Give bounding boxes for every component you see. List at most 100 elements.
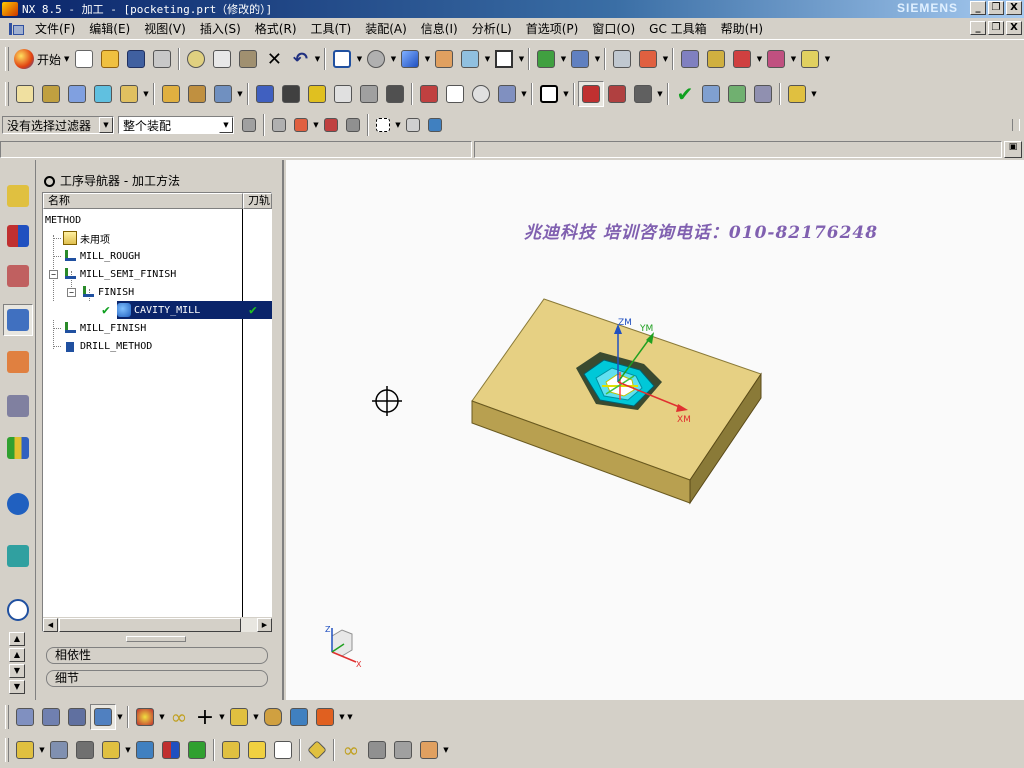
scroll-thumb[interactable]: [59, 618, 241, 632]
toolbar-grip[interactable]: [1012, 119, 1020, 131]
show-hide-button[interactable]: [304, 737, 330, 763]
tree-row-mill-finish[interactable]: MILL_FINISH: [43, 319, 272, 337]
chevron-down-icon[interactable]: ▼: [219, 117, 233, 133]
collapse-toggle[interactable]: −: [49, 269, 58, 279]
sim-dropdown[interactable]: ▼: [656, 81, 664, 107]
snap-point-button[interactable]: [268, 112, 290, 138]
selection-filter-combo[interactable]: 没有选择过滤器 ▼: [2, 116, 114, 134]
pick-point-button[interactable]: [320, 112, 342, 138]
reuse-library-tab[interactable]: [3, 390, 33, 422]
point-snap-dropdown[interactable]: ▼: [312, 112, 320, 138]
start-button[interactable]: 开始 ▼: [12, 46, 71, 72]
select-all-button[interactable]: [402, 112, 424, 138]
menu-assembly[interactable]: 装配(A): [358, 20, 414, 37]
paste-button[interactable]: [235, 46, 261, 72]
toolbar-grip[interactable]: [5, 738, 9, 762]
create-geometry-button[interactable]: [64, 81, 90, 107]
operation-navigator-tab[interactable]: [3, 304, 33, 336]
datum-plane-button[interactable]: [226, 704, 252, 730]
pin-icon[interactable]: [42, 175, 55, 187]
cut-button[interactable]: [183, 46, 209, 72]
point-button[interactable]: [729, 46, 755, 72]
nx-app-icon[interactable]: [2, 2, 18, 16]
point-dropdown[interactable]: ▼: [755, 46, 763, 72]
components-button[interactable]: [244, 737, 270, 763]
boolean-dropdown[interactable]: ▼: [442, 737, 450, 763]
orient-dropdown[interactable]: ▼: [483, 46, 491, 72]
postprocess-button[interactable]: [356, 81, 382, 107]
view-dropdown[interactable]: ▼: [236, 81, 244, 107]
resource-scroll-step-up[interactable]: ▲: [9, 648, 25, 662]
flag-dropdown[interactable]: ▼: [810, 81, 818, 107]
offset-button[interactable]: [132, 737, 158, 763]
generate-toolpath-button[interactable]: [252, 81, 278, 107]
scroll-right-button[interactable]: ▶: [257, 618, 272, 632]
undo-dropdown[interactable]: ▼: [313, 46, 321, 72]
trim-button[interactable]: [184, 737, 210, 763]
measure-button[interactable]: [703, 46, 729, 72]
move-object-button[interactable]: [635, 46, 661, 72]
part-navigator-tab[interactable]: [3, 260, 33, 292]
menu-information[interactable]: 信息(I): [414, 20, 465, 37]
feed-speed-button[interactable]: [416, 81, 442, 107]
program-group-button[interactable]: [12, 704, 38, 730]
machine-group-button[interactable]: [38, 704, 64, 730]
tree-horizontal-scrollbar[interactable]: ◀ ▶: [43, 617, 272, 632]
assembly-button[interactable]: [218, 737, 244, 763]
link-button[interactable]: ∞: [166, 704, 192, 730]
panel-splitter[interactable]: [126, 636, 186, 642]
undo-button[interactable]: ↶: [287, 46, 313, 72]
menu-preferences[interactable]: 首选项(P): [519, 20, 586, 37]
resource-scroll-up[interactable]: ▲: [9, 632, 25, 646]
roles-tab[interactable]: [3, 432, 33, 464]
create-method-button[interactable]: [90, 81, 116, 107]
wcs-button[interactable]: [533, 46, 559, 72]
geometry-view-button[interactable]: [210, 81, 236, 107]
feature-button[interactable]: [12, 737, 38, 763]
boolean-button[interactable]: [416, 737, 442, 763]
snap-dropdown[interactable]: ▼: [593, 46, 601, 72]
close-button[interactable]: X: [1006, 1, 1022, 15]
ruler-button[interactable]: [797, 46, 823, 72]
clock-tab[interactable]: [3, 594, 33, 626]
open-button[interactable]: [97, 46, 123, 72]
create-tool-button[interactable]: [38, 81, 64, 107]
link-geometry-button[interactable]: ∞: [338, 737, 364, 763]
document-dropdown[interactable]: ▼: [520, 81, 528, 107]
scroll-left-button[interactable]: ◀: [43, 618, 58, 632]
copy-button[interactable]: [209, 46, 235, 72]
template-button[interactable]: [750, 81, 776, 107]
menu-help[interactable]: 帮助(H): [714, 20, 770, 37]
doc-restore-button[interactable]: ❐: [988, 21, 1004, 35]
object-display-button[interactable]: [604, 81, 630, 107]
blank-button[interactable]: [312, 704, 338, 730]
approve-button[interactable]: ✔: [672, 81, 698, 107]
select-faces-button[interactable]: [424, 112, 446, 138]
quick-pick-button[interactable]: [342, 112, 364, 138]
fullscreen-button[interactable]: ▣: [1004, 141, 1022, 158]
menu-edit[interactable]: 编辑(E): [82, 20, 137, 37]
shaded-dropdown[interactable]: ▼: [423, 46, 431, 72]
datum-dropdown[interactable]: ▼: [252, 704, 260, 730]
group-dropdown[interactable]: ▼: [116, 704, 124, 730]
layer-button[interactable]: [609, 46, 635, 72]
dependencies-section[interactable]: 相依性: [46, 647, 268, 664]
list-toolpath-button[interactable]: [330, 81, 356, 107]
extrude-button[interactable]: [46, 737, 72, 763]
info-op-button[interactable]: [698, 81, 724, 107]
column-header-toolpath[interactable]: 刀轨: [243, 193, 272, 209]
tree-row-mill-rough[interactable]: MILL_ROUGH: [43, 247, 272, 265]
tree-row-cavity-mill[interactable]: ✔ CAVITY_MILL ✔: [43, 301, 272, 319]
chevron-down-icon[interactable]: ▼: [99, 117, 113, 133]
ipw-dropdown[interactable]: ▼: [562, 81, 570, 107]
box-select-dropdown[interactable]: ▼: [394, 112, 402, 138]
toolbar-grip[interactable]: [5, 82, 9, 106]
ipw-button[interactable]: [536, 81, 562, 107]
fit-dropdown[interactable]: ▼: [355, 46, 363, 72]
doc-close-button[interactable]: X: [1006, 21, 1022, 35]
create-dropdown[interactable]: ▼: [142, 81, 150, 107]
doc-minimize-button[interactable]: _: [970, 21, 986, 35]
save-button[interactable]: [123, 46, 149, 72]
delete-button[interactable]: ✕: [261, 46, 287, 72]
revolve-button[interactable]: [72, 737, 98, 763]
